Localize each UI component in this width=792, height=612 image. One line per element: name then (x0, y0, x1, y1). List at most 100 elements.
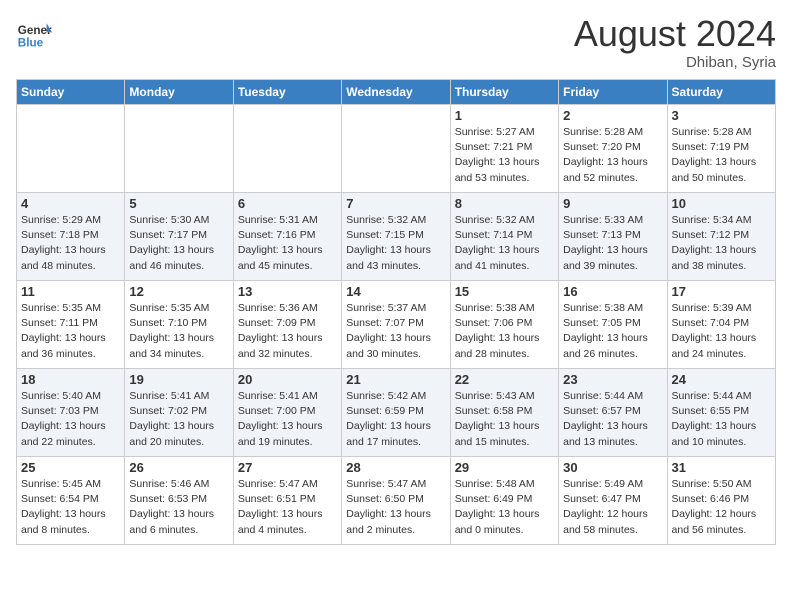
day-info: Sunrise: 5:49 AMSunset: 6:47 PMDaylight:… (563, 477, 662, 538)
day-number: 15 (455, 284, 554, 299)
day-info: Sunrise: 5:29 AMSunset: 7:18 PMDaylight:… (21, 213, 120, 274)
weekday-header-tuesday: Tuesday (233, 80, 341, 105)
logo: General Blue (16, 16, 52, 52)
day-info: Sunrise: 5:40 AMSunset: 7:03 PMDaylight:… (21, 389, 120, 450)
day-info: Sunrise: 5:50 AMSunset: 6:46 PMDaylight:… (672, 477, 771, 538)
calendar-cell: 17Sunrise: 5:39 AMSunset: 7:04 PMDayligh… (667, 281, 775, 369)
weekday-header-friday: Friday (559, 80, 667, 105)
calendar-cell: 27 Sunrise: 5:47 AMSunset: 6:51 PMDayligh… (233, 457, 341, 545)
calendar-cell: 7 Sunrise: 5:32 AMSunset: 7:15 PMDaylight… (342, 193, 450, 281)
day-info: Sunrise: 5:28 AMSunset: 7:19 PMDaylight:… (672, 125, 771, 186)
day-number: 9 (563, 196, 662, 211)
day-info: Sunrise: 5:31 AMSunset: 7:16 PMDaylight:… (238, 213, 337, 274)
day-info: Sunrise: 5:32 AMSunset: 7:14 PMDaylight:… (455, 213, 554, 274)
day-number: 6 (238, 196, 337, 211)
day-info: Sunrise: 5:38 AMSunset: 7:05 PMDaylight:… (563, 301, 662, 362)
weekday-header-saturday: Saturday (667, 80, 775, 105)
day-number: 2 (563, 108, 662, 123)
day-info: Sunrise: 5:48 AMSunset: 6:49 PMDaylight:… (455, 477, 554, 538)
weekday-header-sunday: Sunday (17, 80, 125, 105)
day-info: Sunrise: 5:47 AMSunset: 6:51 PMDaylight:… (238, 477, 337, 538)
day-number: 20 (238, 372, 337, 387)
calendar-cell: 12 Sunrise: 5:35 AMSunset: 7:10 PMDayligh… (125, 281, 233, 369)
day-number: 26 (129, 460, 228, 475)
weekday-header-wednesday: Wednesday (342, 80, 450, 105)
calendar-week-1: 1Sunrise: 5:27 AMSunset: 7:21 PMDaylight… (17, 105, 776, 193)
calendar-cell: 28 Sunrise: 5:47 AMSunset: 6:50 PMDayligh… (342, 457, 450, 545)
day-number: 31 (672, 460, 771, 475)
day-number: 21 (346, 372, 445, 387)
day-number: 19 (129, 372, 228, 387)
day-number: 12 (129, 284, 228, 299)
calendar-cell: 4 Sunrise: 5:29 AMSunset: 7:18 PMDaylight… (17, 193, 125, 281)
calendar-cell: 21Sunrise: 5:42 AMSunset: 6:59 PMDayligh… (342, 369, 450, 457)
day-number: 29 (455, 460, 554, 475)
calendar-cell: 20 Sunrise: 5:41 AMSunset: 7:00 PMDayligh… (233, 369, 341, 457)
calendar-cell (342, 105, 450, 193)
calendar-week-2: 4 Sunrise: 5:29 AMSunset: 7:18 PMDaylight… (17, 193, 776, 281)
day-number: 7 (346, 196, 445, 211)
day-info: Sunrise: 5:44 AMSunset: 6:57 PMDaylight:… (563, 389, 662, 450)
calendar-week-4: 18 Sunrise: 5:40 AMSunset: 7:03 PMDayligh… (17, 369, 776, 457)
day-info: Sunrise: 5:33 AMSunset: 7:13 PMDaylight:… (563, 213, 662, 274)
day-info: Sunrise: 5:37 AMSunset: 7:07 PMDaylight:… (346, 301, 445, 362)
day-info: Sunrise: 5:32 AMSunset: 7:15 PMDaylight:… (346, 213, 445, 274)
day-info: Sunrise: 5:43 AMSunset: 6:58 PMDaylight:… (455, 389, 554, 450)
calendar-cell: 30Sunrise: 5:49 AMSunset: 6:47 PMDayligh… (559, 457, 667, 545)
calendar-cell (17, 105, 125, 193)
day-info: Sunrise: 5:38 AMSunset: 7:06 PMDaylight:… (455, 301, 554, 362)
logo-icon: General Blue (16, 16, 52, 52)
calendar-cell: 8 Sunrise: 5:32 AMSunset: 7:14 PMDaylight… (450, 193, 558, 281)
day-number: 4 (21, 196, 120, 211)
location: Dhiban, Syria (574, 54, 776, 71)
day-info: Sunrise: 5:35 AMSunset: 7:10 PMDaylight:… (129, 301, 228, 362)
calendar-cell: 23 Sunrise: 5:44 AMSunset: 6:57 PMDayligh… (559, 369, 667, 457)
calendar-cell (233, 105, 341, 193)
calendar-table: SundayMondayTuesdayWednesdayThursdayFrid… (16, 79, 776, 545)
calendar-cell: 10 Sunrise: 5:34 AMSunset: 7:12 PMDayligh… (667, 193, 775, 281)
day-info: Sunrise: 5:44 AMSunset: 6:55 PMDaylight:… (672, 389, 771, 450)
day-info: Sunrise: 5:30 AMSunset: 7:17 PMDaylight:… (129, 213, 228, 274)
calendar-cell: 15 Sunrise: 5:38 AMSunset: 7:06 PMDayligh… (450, 281, 558, 369)
calendar-cell: 26 Sunrise: 5:46 AMSunset: 6:53 PMDayligh… (125, 457, 233, 545)
title-block: August 2024 Dhiban, Syria (574, 16, 776, 71)
calendar-week-3: 11 Sunrise: 5:35 AMSunset: 7:11 PMDayligh… (17, 281, 776, 369)
svg-text:Blue: Blue (18, 37, 44, 50)
day-number: 11 (21, 284, 120, 299)
day-info: Sunrise: 5:47 AMSunset: 6:50 PMDaylight:… (346, 477, 445, 538)
day-info: Sunrise: 5:46 AMSunset: 6:53 PMDaylight:… (129, 477, 228, 538)
weekday-header-row: SundayMondayTuesdayWednesdayThursdayFrid… (17, 80, 776, 105)
day-number: 8 (455, 196, 554, 211)
calendar-cell (125, 105, 233, 193)
calendar-cell: 31 Sunrise: 5:50 AMSunset: 6:46 PMDayligh… (667, 457, 775, 545)
weekday-header-monday: Monday (125, 80, 233, 105)
calendar-cell: 5Sunrise: 5:30 AMSunset: 7:17 PMDaylight… (125, 193, 233, 281)
day-number: 17 (672, 284, 771, 299)
day-number: 22 (455, 372, 554, 387)
calendar-cell: 22 Sunrise: 5:43 AMSunset: 6:58 PMDayligh… (450, 369, 558, 457)
day-info: Sunrise: 5:41 AMSunset: 7:00 PMDaylight:… (238, 389, 337, 450)
day-info: Sunrise: 5:35 AMSunset: 7:11 PMDaylight:… (21, 301, 120, 362)
day-number: 18 (21, 372, 120, 387)
calendar-cell: 1Sunrise: 5:27 AMSunset: 7:21 PMDaylight… (450, 105, 558, 193)
day-number: 28 (346, 460, 445, 475)
calendar-cell: 6 Sunrise: 5:31 AMSunset: 7:16 PMDaylight… (233, 193, 341, 281)
calendar-cell: 3Sunrise: 5:28 AMSunset: 7:19 PMDaylight… (667, 105, 775, 193)
page-header: General Blue August 2024 Dhiban, Syria (16, 16, 776, 71)
calendar-cell: 9 Sunrise: 5:33 AMSunset: 7:13 PMDaylight… (559, 193, 667, 281)
day-number: 10 (672, 196, 771, 211)
day-number: 14 (346, 284, 445, 299)
day-number: 23 (563, 372, 662, 387)
day-number: 27 (238, 460, 337, 475)
day-number: 16 (563, 284, 662, 299)
calendar-cell: 16 Sunrise: 5:38 AMSunset: 7:05 PMDayligh… (559, 281, 667, 369)
calendar-cell: 24 Sunrise: 5:44 AMSunset: 6:55 PMDayligh… (667, 369, 775, 457)
calendar-cell: 25Sunrise: 5:45 AMSunset: 6:54 PMDayligh… (17, 457, 125, 545)
month-year: August 2024 (574, 16, 776, 52)
day-number: 13 (238, 284, 337, 299)
day-info: Sunrise: 5:34 AMSunset: 7:12 PMDaylight:… (672, 213, 771, 274)
day-info: Sunrise: 5:36 AMSunset: 7:09 PMDaylight:… (238, 301, 337, 362)
day-number: 24 (672, 372, 771, 387)
day-info: Sunrise: 5:28 AMSunset: 7:20 PMDaylight:… (563, 125, 662, 186)
day-info: Sunrise: 5:45 AMSunset: 6:54 PMDaylight:… (21, 477, 120, 538)
